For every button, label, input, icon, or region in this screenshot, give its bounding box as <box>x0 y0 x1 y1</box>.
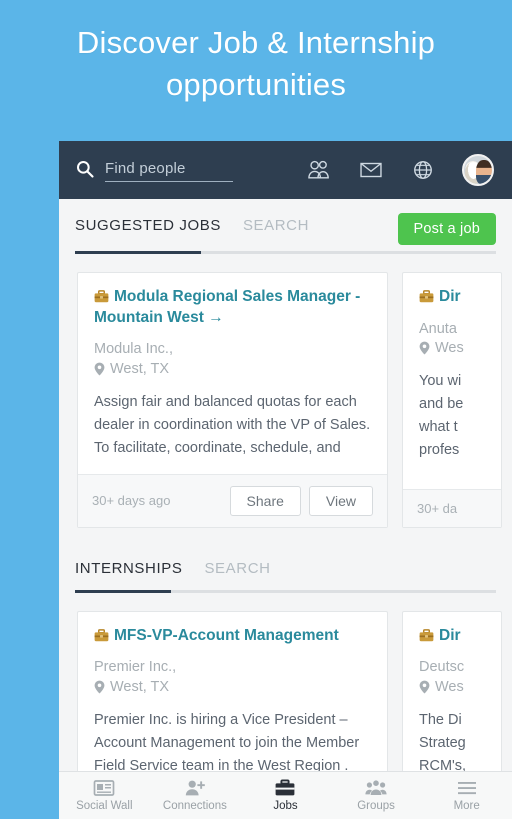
job-card[interactable]: Dir Anuta Wes You wi and be what t profe… <box>402 272 502 528</box>
tab-suggested-jobs[interactable]: SUGGESTED JOBS <box>75 217 221 248</box>
post-a-job-button[interactable]: Post a job <box>397 213 496 245</box>
location-pin-icon <box>94 680 105 694</box>
search-input[interactable]: Find people <box>105 160 233 182</box>
header-icon-group <box>306 154 494 186</box>
search-area[interactable]: Find people <box>75 159 306 182</box>
nav-social-wall[interactable]: Social Wall <box>59 772 150 819</box>
page-title: Discover Job & Internship opportunities <box>76 25 436 102</box>
newspaper-icon <box>93 780 115 796</box>
nav-label: More <box>453 800 480 812</box>
internship-card-title: Dir <box>439 626 461 644</box>
internship-card-title-row[interactable]: MFS-VP-Account Management <box>94 626 371 647</box>
nav-label: Social Wall <box>76 800 133 812</box>
job-card[interactable]: Modula Regional Sales Manager - Mountain… <box>77 272 388 528</box>
location-pin-icon <box>419 341 430 355</box>
nav-label: Groups <box>357 800 395 812</box>
jobs-tab-underline <box>75 251 496 254</box>
phone-viewport: Find people SUGGESTED JOBS SEARCH Post a… <box>59 141 512 819</box>
people-icon[interactable] <box>306 158 332 182</box>
briefcase-icon <box>419 290 434 303</box>
envelope-icon[interactable] <box>358 158 384 182</box>
hamburger-icon <box>457 782 476 795</box>
globe-icon[interactable] <box>410 158 436 182</box>
internships-tab-underline <box>75 589 496 593</box>
tab-internships-search[interactable]: SEARCH <box>204 560 270 591</box>
jobs-tab-bar: SUGGESTED JOBS SEARCH Post a job <box>59 199 512 254</box>
internship-card-location: West, TX <box>110 678 170 695</box>
job-card-location-row: Wes <box>419 340 485 356</box>
section-divider <box>59 527 512 546</box>
internship-card-location-row: West, TX <box>94 679 371 695</box>
job-card-posted: 30+ days ago <box>92 493 171 509</box>
briefcase-icon <box>276 779 295 796</box>
search-placeholder: Find people <box>105 159 186 177</box>
app-screen: Discover Job & Internship opportunities … <box>0 0 512 819</box>
job-card-company: Anuta <box>419 320 457 337</box>
job-card-title-row[interactable]: Dir <box>419 287 485 308</box>
nav-label: Connections <box>162 800 227 812</box>
job-card-title: Dir <box>439 288 461 305</box>
nav-groups[interactable]: Groups <box>331 772 422 819</box>
job-card-description: Assign fair and balanced quotas for each… <box>94 393 371 456</box>
location-pin-icon <box>419 680 430 694</box>
job-card-title-row[interactable]: Modula Regional Sales Manager - Mountain… <box>94 287 371 328</box>
nav-jobs[interactable]: Jobs <box>240 772 331 819</box>
job-card-company: Modula Inc., <box>94 341 173 358</box>
job-card-posted: 30+ da <box>417 500 458 516</box>
internship-card-company: Deutsc <box>419 659 465 676</box>
share-button[interactable]: Share <box>229 485 301 516</box>
internship-card-location-row: Wes <box>419 679 485 695</box>
job-card-location-row: West, TX <box>94 361 371 377</box>
internships-tab-bar: INTERNSHIPS SEARCH <box>59 545 512 593</box>
tab-internships[interactable]: INTERNSHIPS <box>75 560 182 591</box>
briefcase-icon <box>419 628 434 641</box>
hero-banner: Discover Job & Internship opportunities <box>0 0 512 119</box>
job-card-location: West, TX <box>110 360 170 377</box>
group-icon <box>365 780 387 795</box>
location-pin-icon <box>94 362 105 376</box>
job-card-location: Wes <box>435 340 464 357</box>
nav-more[interactable]: More <box>421 772 512 819</box>
bottom-navigation: Social Wall Connections Jobs Groups More <box>59 771 512 819</box>
briefcase-icon <box>94 628 109 641</box>
internship-card-location: Wes <box>435 678 464 695</box>
view-button[interactable]: View <box>308 485 373 516</box>
top-search-bar: Find people <box>59 141 512 199</box>
nav-connections[interactable]: Connections <box>150 772 241 819</box>
add-person-icon <box>185 780 205 796</box>
internship-card-company: Premier Inc., <box>94 659 177 676</box>
internship-card-title-row[interactable]: Dir <box>419 626 485 647</box>
job-card-description: You wi and be what t profes <box>419 373 464 458</box>
search-icon <box>76 160 94 178</box>
jobs-card-carousel[interactable]: Modula Regional Sales Manager - Mountain… <box>59 254 512 528</box>
job-card-footer: 30+ days ago Share View <box>78 473 387 527</box>
job-card-title: Modula Regional Sales Manager - Mountain… <box>94 288 361 326</box>
nav-label: Jobs <box>273 800 298 812</box>
job-card-footer: 30+ da <box>403 488 501 527</box>
avatar[interactable] <box>462 154 494 186</box>
briefcase-icon <box>94 290 109 303</box>
internship-card-title: MFS-VP-Account Management <box>114 626 339 644</box>
tab-jobs-search[interactable]: SEARCH <box>243 217 309 248</box>
avatar-face-right <box>476 160 492 184</box>
